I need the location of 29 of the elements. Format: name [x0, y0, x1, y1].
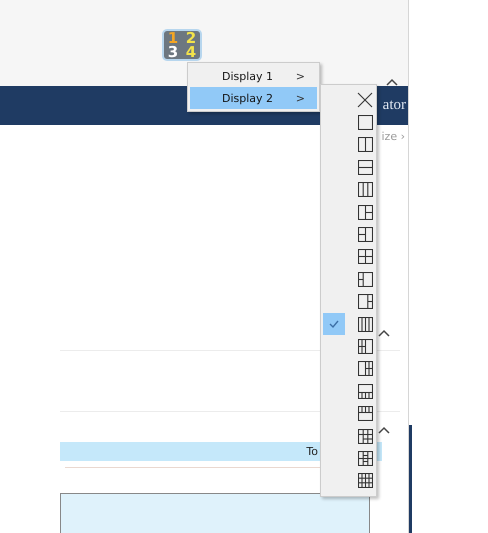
menu-item[interactable]: Display 1 > [190, 65, 317, 87]
layout-icon[interactable] [358, 115, 373, 130]
layout-icon[interactable] [358, 361, 373, 376]
layout-icon[interactable] [358, 316, 373, 332]
layout-icon[interactable] [358, 249, 373, 264]
layout-icon[interactable] [358, 137, 373, 152]
layout-icon[interactable] [358, 406, 373, 422]
layout-icon[interactable] [358, 384, 373, 399]
menu-item[interactable]: Display 2 > [190, 87, 317, 109]
app-icon[interactable]: 1 2 3 4 [162, 29, 202, 61]
chevron-up-icon[interactable] [378, 426, 390, 434]
check-icon [323, 313, 345, 336]
layout-icon[interactable] [358, 428, 373, 444]
layout-icon[interactable] [358, 204, 373, 220]
layout-icon[interactable] [358, 473, 373, 488]
layout-icon[interactable] [358, 272, 373, 287]
layout-icon[interactable] [358, 338, 373, 354]
chevron-up-icon[interactable] [386, 78, 398, 86]
column-header[interactable]: To [306, 445, 318, 458]
layout-icon[interactable] [358, 160, 373, 175]
layout-icon[interactable] [358, 227, 373, 242]
layout-icon[interactable] [358, 450, 373, 466]
input-field[interactable] [60, 492, 370, 533]
layout-icon[interactable] [358, 294, 373, 310]
header-title: ator [382, 97, 406, 114]
scrollbar-thumb[interactable] [409, 425, 412, 533]
chevron-up-icon[interactable] [378, 329, 390, 338]
close-icon[interactable] [357, 92, 373, 108]
layout-icon[interactable] [358, 182, 373, 198]
